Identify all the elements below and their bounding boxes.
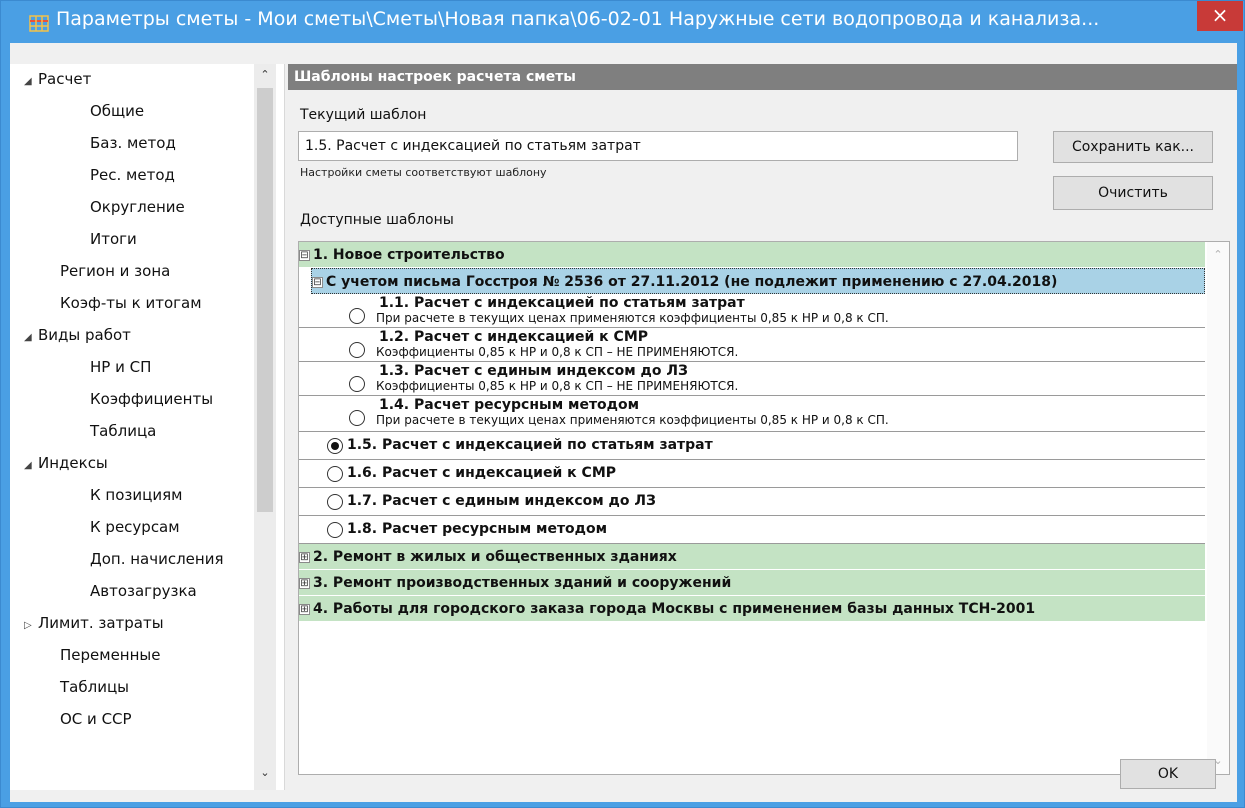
sidebar-item-koefficienty[interactable]: Коэффициенты bbox=[90, 384, 213, 416]
tree-group-repair-industrial[interactable]: ⊞ 3. Ремонт производственных зданий и соо… bbox=[299, 570, 1205, 596]
sidebar-item-region[interactable]: Регион и зона bbox=[60, 256, 170, 288]
expand-icon[interactable]: ⊞ bbox=[299, 577, 310, 589]
radio-button[interactable] bbox=[327, 494, 343, 510]
sidebar-item-res-metod[interactable]: Рес. метод bbox=[90, 160, 175, 192]
list-item[interactable]: 1.6. Расчет с индексацией к СМР bbox=[299, 460, 1205, 488]
list-item[interactable]: 1.3. Расчет с единым индексом до ЛЗ Коэф… bbox=[299, 362, 1205, 396]
sidebar-item-avtozagruzka[interactable]: Автозагрузка bbox=[90, 576, 197, 608]
list-item[interactable]: 1.7. Расчет с единым индексом до ЛЗ bbox=[299, 488, 1205, 516]
scroll-up-icon[interactable]: ⌃ bbox=[254, 66, 276, 84]
section-header: Шаблоны настроек расчета сметы bbox=[288, 64, 1237, 90]
clear-button[interactable]: Очистить bbox=[1053, 176, 1213, 210]
expanded-arrow-icon: ◢ bbox=[24, 332, 32, 343]
scroll-down-icon[interactable]: ⌄ bbox=[254, 764, 276, 782]
sidebar-item-dop-nachisleniya[interactable]: Доп. начисления bbox=[90, 544, 224, 576]
available-templates-label: Доступные шаблоны bbox=[300, 212, 454, 228]
templates-tree: ⊟ 1. Новое строительство ⊟ С учетом письма… bbox=[298, 241, 1230, 775]
sidebar-item-limit-zatraty[interactable]: ▷ Лимит. затраты bbox=[24, 608, 164, 640]
sidebar-item-peremennye[interactable]: Переменные bbox=[60, 640, 161, 672]
expanded-arrow-icon: ◢ bbox=[24, 76, 32, 87]
sidebar-item-okruglenie[interactable]: Округление bbox=[90, 192, 185, 224]
match-note: Настройки сметы соответствуют шаблону bbox=[300, 166, 547, 179]
sidebar-item-itogi[interactable]: Итоги bbox=[90, 224, 137, 256]
tree-group-moscow-order[interactable]: ⊞ 4. Работы для городского заказа города … bbox=[299, 596, 1205, 622]
ok-button[interactable]: OK bbox=[1120, 759, 1216, 789]
radio-button[interactable] bbox=[349, 342, 365, 358]
list-item[interactable]: 1.8. Расчет ресурсным методом bbox=[299, 516, 1205, 544]
sidebar-item-baz-metod[interactable]: Баз. метод bbox=[90, 128, 176, 160]
sidebar-item-k-resursam[interactable]: К ресурсам bbox=[90, 512, 180, 544]
sidebar-item-os-ssr[interactable]: ОС и ССР bbox=[60, 704, 132, 736]
scroll-thumb[interactable] bbox=[257, 88, 273, 512]
collapse-icon[interactable]: ⊟ bbox=[312, 276, 323, 288]
sidebar-item-obshchie[interactable]: Общие bbox=[90, 96, 144, 128]
current-template-field[interactable]: 1.5. Расчет с индексацией по статьям зат… bbox=[298, 131, 1018, 161]
tree-scrollbar[interactable]: ⌃ ⌄ bbox=[1207, 242, 1229, 774]
expand-icon[interactable]: ⊞ bbox=[299, 603, 310, 615]
list-item[interactable]: 1.2. Расчет с индексацией к СМР Коэффици… bbox=[299, 328, 1205, 362]
collapse-icon[interactable]: ⊟ bbox=[299, 249, 310, 261]
expanded-arrow-icon: ◢ bbox=[24, 460, 32, 471]
current-template-label: Текущий шаблон bbox=[300, 107, 427, 123]
app-icon bbox=[29, 15, 49, 32]
tree-group-new-construction[interactable]: ⊟ 1. Новое строительство bbox=[299, 242, 1205, 268]
scroll-up-icon[interactable]: ⌃ bbox=[1207, 246, 1229, 264]
tree-subgroup-gosstroy[interactable]: ⊟ С учетом письма Госстроя № 2536 от 27.1… bbox=[311, 268, 1205, 294]
radio-button[interactable] bbox=[349, 308, 365, 324]
list-item-selected[interactable]: 1.5. Расчет с индексацией по статьям зат… bbox=[299, 432, 1205, 460]
sidebar-item-vidy-rabot[interactable]: ◢ Виды работ bbox=[24, 320, 131, 352]
sidebar-item-k-poziciyam[interactable]: К позициям bbox=[90, 480, 182, 512]
list-item[interactable]: 1.4. Расчет ресурсным методом При расчет… bbox=[299, 396, 1205, 432]
templates-panel: Шаблоны настроек расчета сметы Текущий ш… bbox=[288, 64, 1237, 790]
sidebar-item-indeksy[interactable]: ◢ Индексы bbox=[24, 448, 108, 480]
list-item[interactable]: 1.1. Расчет с индексацией по статьям зат… bbox=[299, 294, 1205, 328]
close-button[interactable]: × bbox=[1197, 1, 1243, 31]
radio-button-checked[interactable] bbox=[327, 438, 343, 454]
collapsed-arrow-icon: ▷ bbox=[24, 620, 32, 631]
window-title: Параметры сметы - Мои сметы\Сметы\Новая … bbox=[56, 8, 1100, 30]
sidebar-item-koef-itogi[interactable]: Коэф-ты к итогам bbox=[60, 288, 202, 320]
radio-button[interactable] bbox=[327, 522, 343, 538]
title-bar[interactable]: Параметры сметы - Мои сметы\Сметы\Новая … bbox=[1, 1, 1244, 43]
settings-nav-tree: ◢ Расчет Общие Баз. метод Рес. метод Окру… bbox=[10, 64, 285, 790]
radio-button[interactable] bbox=[327, 466, 343, 482]
sidebar-item-raschet[interactable]: ◢ Расчет bbox=[24, 64, 91, 96]
expand-icon[interactable]: ⊞ bbox=[299, 551, 310, 563]
sidebar-item-tablica[interactable]: Таблица bbox=[90, 416, 156, 448]
dialog-client: ◢ Расчет Общие Баз. метод Рес. метод Окру… bbox=[10, 43, 1237, 802]
dialog-window: Параметры сметы - Мои сметы\Сметы\Новая … bbox=[0, 0, 1245, 808]
tree-group-repair-residential[interactable]: ⊞ 2. Ремонт в жилых и общественных здания… bbox=[299, 544, 1205, 570]
save-as-button[interactable]: Сохранить как... bbox=[1053, 131, 1213, 163]
sidebar-scrollbar[interactable]: ⌃ ⌄ bbox=[254, 64, 276, 790]
sidebar-item-nr-sp[interactable]: НР и СП bbox=[90, 352, 151, 384]
radio-button[interactable] bbox=[349, 376, 365, 392]
radio-button[interactable] bbox=[349, 410, 365, 426]
sidebar-item-tablicy[interactable]: Таблицы bbox=[60, 672, 129, 704]
